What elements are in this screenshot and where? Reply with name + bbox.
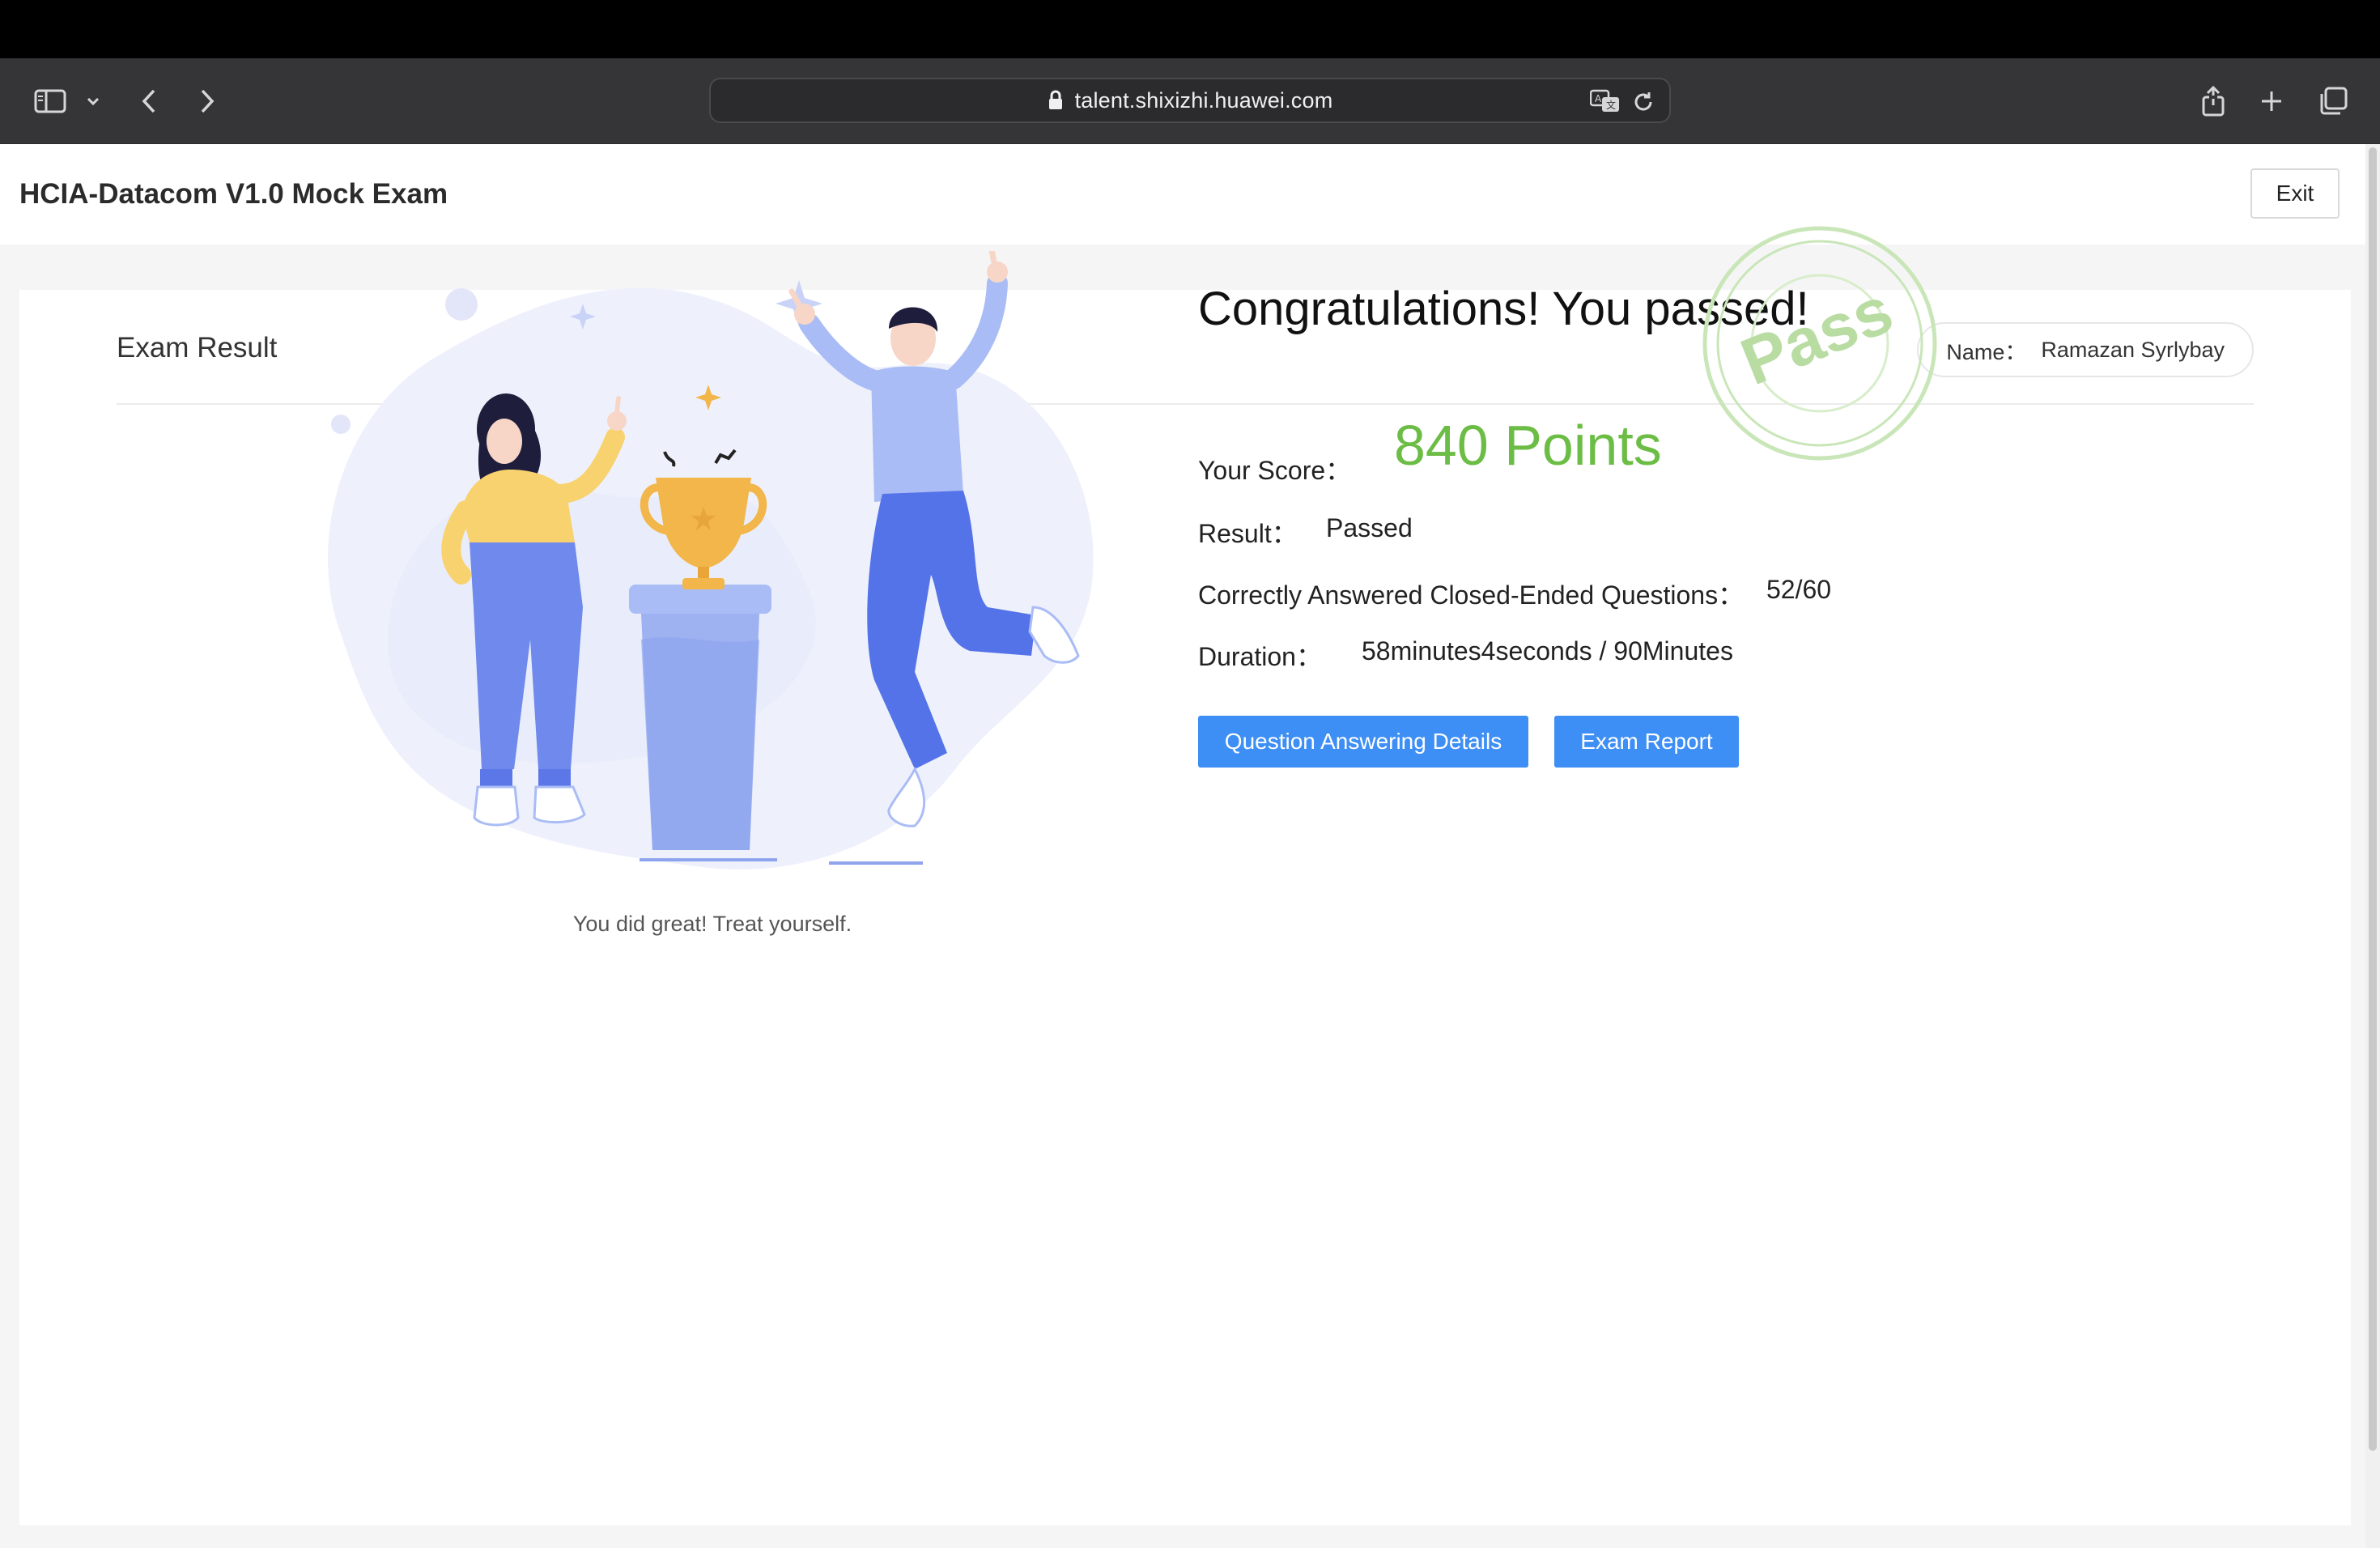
scrollbar[interactable]: [2365, 144, 2380, 1548]
duration-row: Duration： 58minutes4seconds / 90Minutes: [1198, 636, 1733, 674]
menu-bar: [0, 0, 2380, 58]
question-details-button[interactable]: Question Answering Details: [1198, 716, 1528, 768]
illustration-caption: You did great! Treat yourself.: [572, 912, 852, 936]
forward-icon[interactable]: [191, 58, 223, 144]
page-title: HCIA-Datacom V1.0 Mock Exam: [19, 178, 448, 210]
result-label: Result：: [1198, 519, 1298, 548]
svg-text:文: 文: [1606, 99, 1616, 111]
duration-label: Duration：: [1198, 642, 1322, 671]
back-icon[interactable]: [133, 58, 165, 144]
exam-report-button[interactable]: Exam Report: [1554, 716, 1739, 768]
result-row: Result： Passed: [1198, 513, 1413, 551]
share-icon[interactable]: [2199, 58, 2228, 144]
score-label: Your Score：: [1198, 456, 1352, 485]
svg-text:A: A: [1595, 93, 1602, 104]
name-badge: Name： Ramazan Syrlybay: [1917, 322, 2254, 377]
page-header: HCIA-Datacom V1.0 Mock Exam Exit: [0, 144, 2365, 245]
address-bar[interactable]: talent.shixizhi.huawei.com A文: [709, 78, 1671, 123]
duration-value: 58minutes4seconds / 90Minutes: [1362, 636, 1733, 666]
url-text: talent.shixizhi.huawei.com: [1074, 87, 1333, 113]
new-tab-icon[interactable]: [2257, 58, 2286, 144]
lock-icon: [1048, 90, 1064, 111]
celebration-illustration: [328, 251, 1094, 870]
name-value: Ramazan Syrlybay: [2041, 337, 2225, 362]
card-title: Exam Result: [117, 332, 278, 364]
browser-toolbar: talent.shixizhi.huawei.com A文: [0, 58, 2380, 144]
pass-stamp: Pass: [1702, 226, 1937, 461]
tabs-overview-icon[interactable]: [2317, 58, 2349, 144]
correct-answers-row: Correctly Answered Closed-Ended Question…: [1198, 575, 1831, 612]
sidebar-icon[interactable]: [29, 58, 71, 144]
result-value: Passed: [1326, 513, 1413, 542]
reload-icon[interactable]: [1632, 91, 1655, 113]
correct-answers-label: Correctly Answered Closed-Ended Question…: [1198, 580, 1745, 610]
exit-button[interactable]: Exit: [2250, 168, 2340, 219]
translate-icon[interactable]: A文: [1590, 89, 1621, 113]
score-value: 840 Points: [1394, 414, 1662, 477]
name-label: Name：: [1946, 339, 2027, 364]
chevron-down-icon[interactable]: [81, 58, 105, 144]
scrollbar-thumb[interactable]: [2369, 147, 2377, 1451]
correct-answers-value: 52/60: [1766, 575, 1832, 604]
